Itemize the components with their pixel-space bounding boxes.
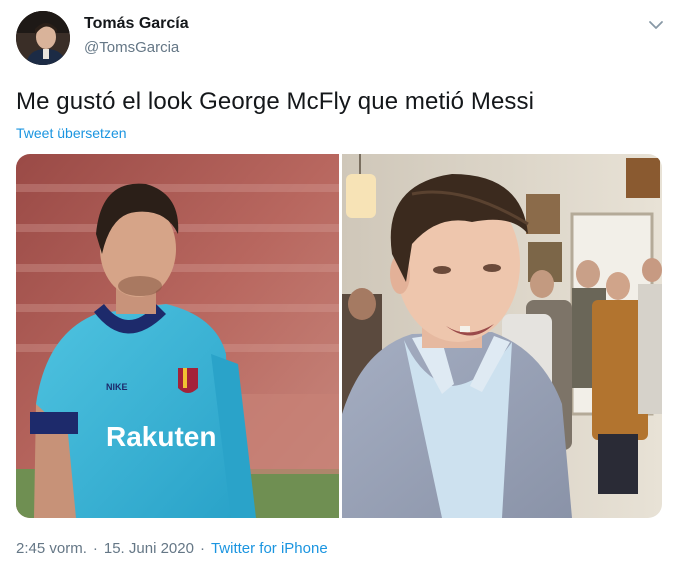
avatar-image: [16, 11, 70, 65]
meta-separator: ·: [92, 540, 98, 557]
meta-separator: ·: [199, 540, 205, 557]
author-handle[interactable]: @TomsGarcia: [84, 39, 179, 56]
media-photo-right[interactable]: [342, 154, 662, 518]
tweet-text: Me gustó el look George McFly que metió …: [16, 88, 535, 115]
tweet-card: Tomás García @TomsGarcia Me gustó el loo…: [0, 0, 680, 575]
tweet-media[interactable]: Rakuten NIKE: [16, 154, 662, 518]
media-photo-left[interactable]: Rakuten NIKE: [16, 154, 339, 518]
chevron-down-icon[interactable]: [645, 14, 667, 36]
author-avatar[interactable]: [16, 11, 70, 65]
movie-still-photo: [342, 154, 662, 518]
tweet-time[interactable]: 2:45 vorm.: [16, 540, 87, 557]
translate-tweet-link[interactable]: Tweet übersetzen: [16, 125, 127, 141]
tweet-date[interactable]: 15. Juni 2020: [104, 540, 194, 557]
soccer-player-photo: Rakuten NIKE: [16, 154, 339, 518]
author-display-name[interactable]: Tomás García: [84, 15, 189, 33]
jersey-sponsor-text: Rakuten: [106, 421, 216, 452]
jersey-brand-text: NIKE: [106, 382, 128, 392]
tweet-meta: 2:45 vorm. · 15. Juni 2020 · Twitter for…: [16, 540, 328, 557]
tweet-source-link[interactable]: Twitter for iPhone: [211, 540, 328, 557]
